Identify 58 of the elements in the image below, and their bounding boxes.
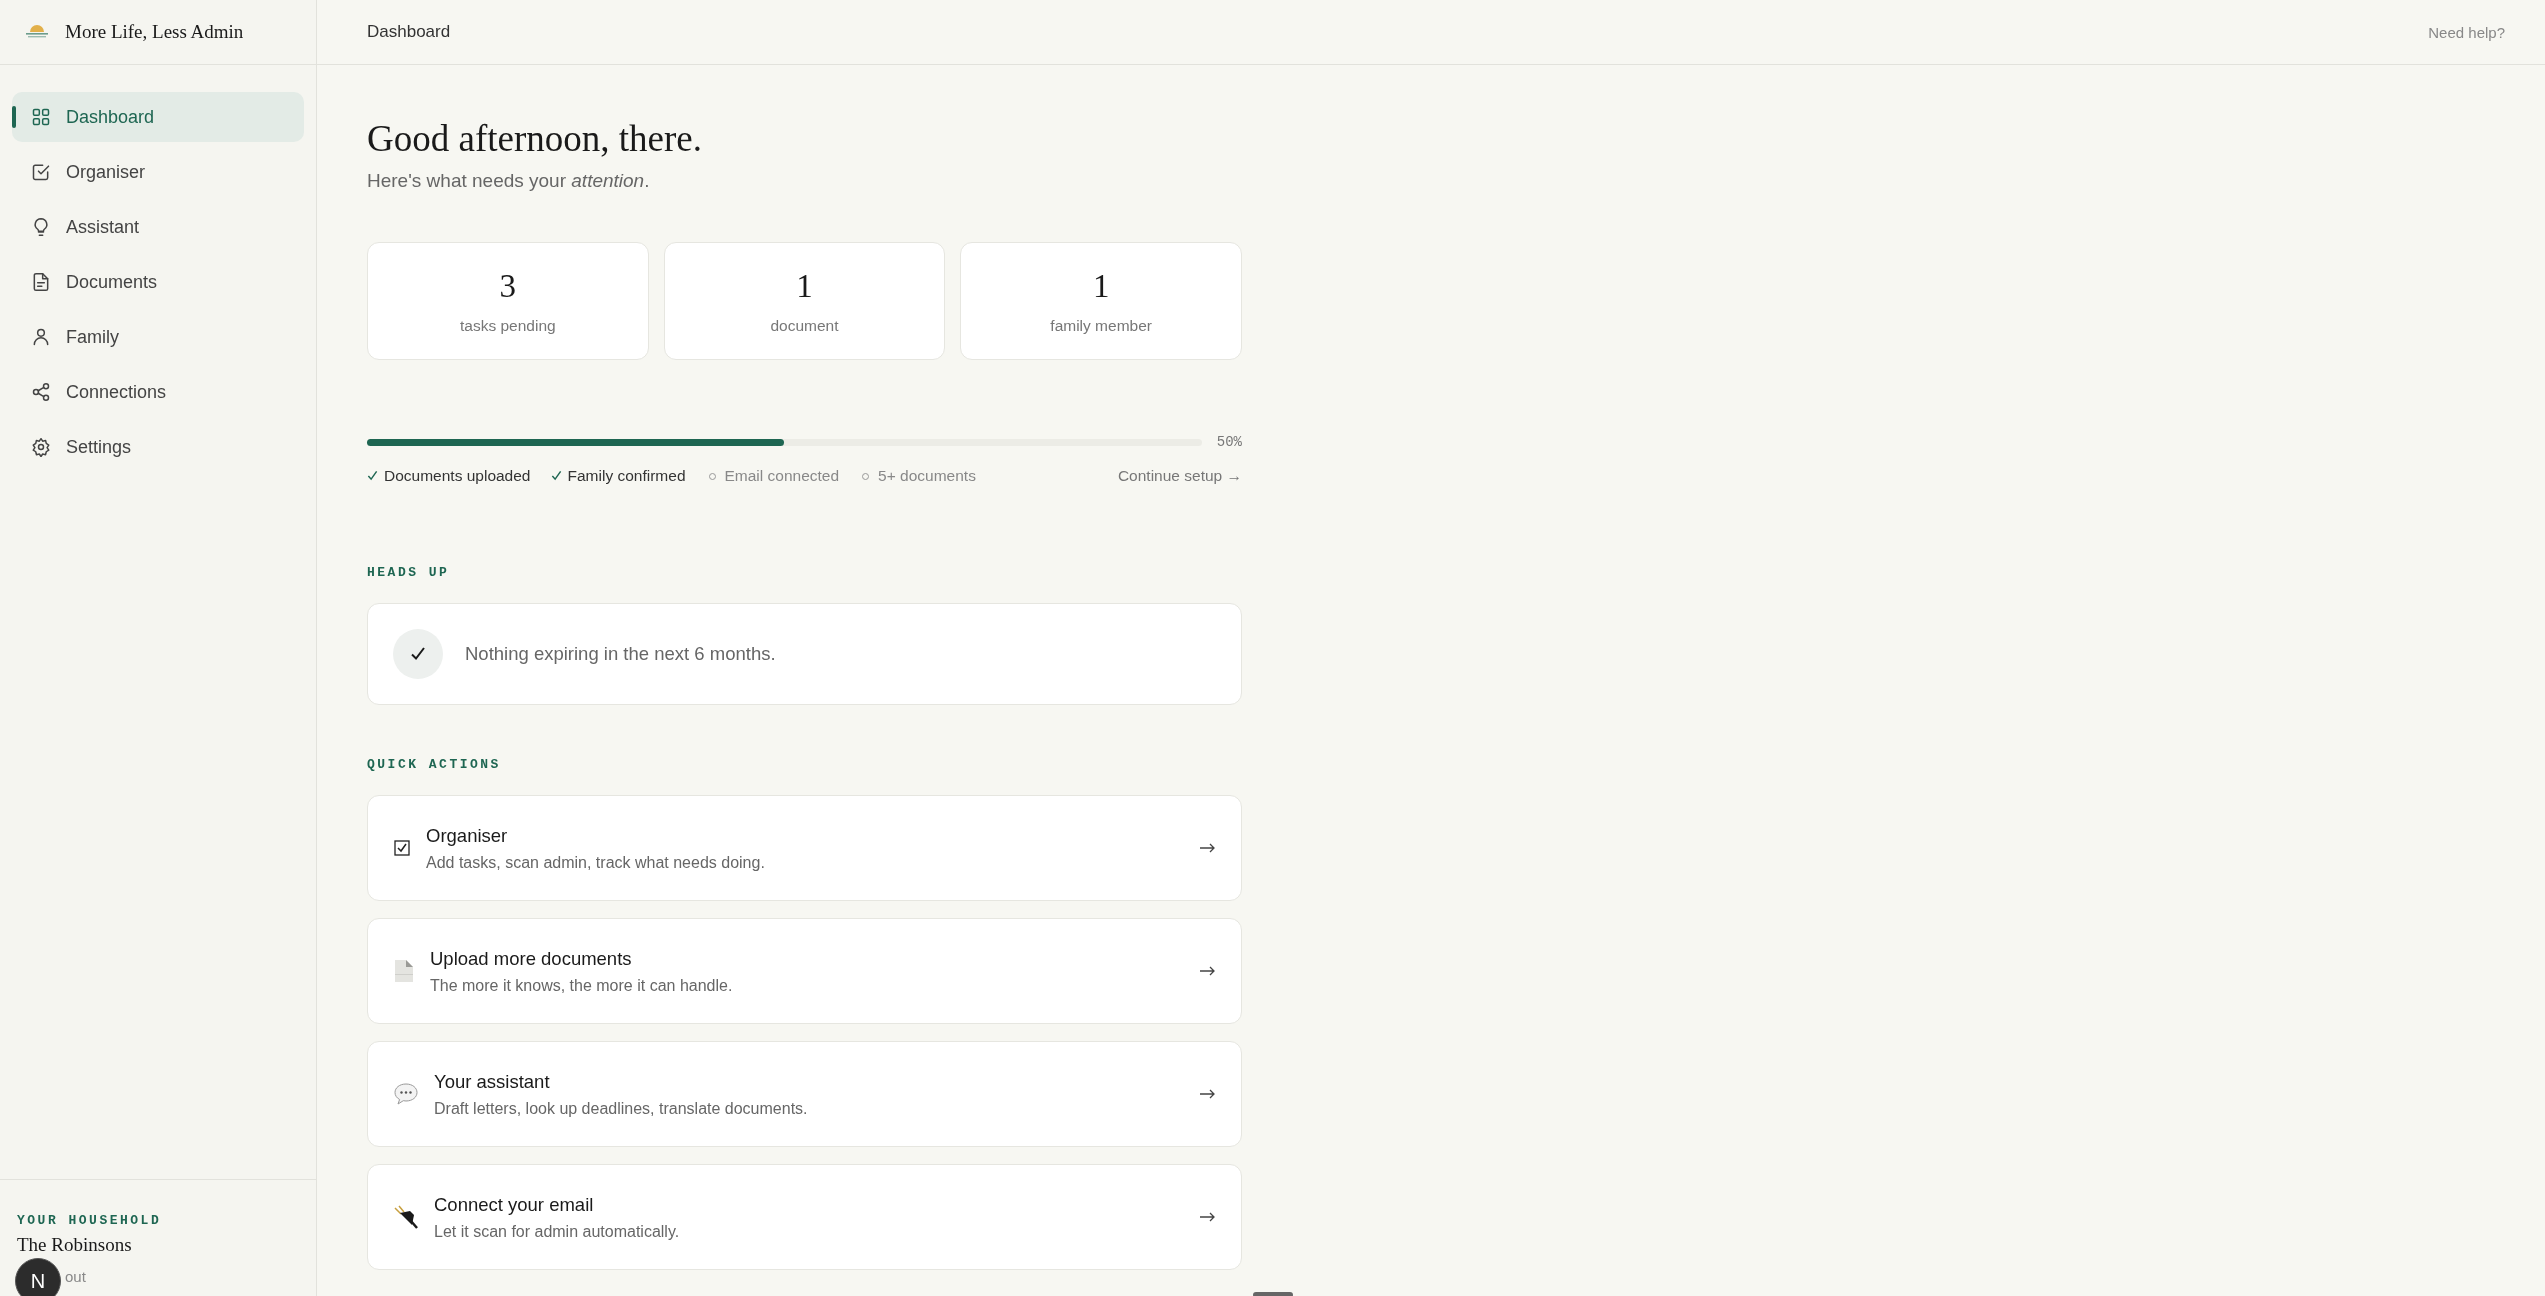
continue-setup-link[interactable]: Continue setup →: [1117, 467, 1242, 485]
quick-action-card[interactable]: Upload more documents The more it knows, the more it can handle.: [367, 918, 1242, 1024]
setup-step: Documents uploaded: [384, 467, 531, 485]
arrow-icon: [1200, 1089, 1216, 1099]
action-title: Upload more documents: [430, 947, 633, 970]
quick-action-card[interactable]: Your assistant Draft letters, look up deadlines, translate documents.: [367, 1041, 1242, 1147]
plug-icon: [393, 1204, 419, 1230]
action-description: Draft letters, look up deadlines, translate documents.: [434, 1099, 809, 1118]
sidebar-item[interactable]: Organiser: [12, 147, 304, 197]
stat-value: 1: [796, 267, 813, 305]
setup-step: 5+ documents: [878, 467, 976, 485]
stat-value: 1: [1092, 267, 1110, 305]
quick-action-card[interactable]: Organiser Add tasks, scan admin, track what needs doing.: [367, 795, 1242, 901]
section-heading: QUICK ACTIONS: [367, 757, 502, 772]
sidebar-item[interactable]: Settings: [12, 422, 304, 472]
section-heading: HEADS UP: [367, 565, 451, 580]
action-title: Connect your email: [434, 1193, 595, 1216]
setup-step: Family confirmed: [567, 467, 686, 485]
checkbox-icon: [393, 839, 411, 857]
quick-action-card[interactable]: Connect your email Let it scan for admin automatically.: [367, 1164, 1242, 1270]
person-icon: [31, 327, 51, 347]
setup-step: Email connected: [724, 467, 840, 485]
arrow-icon: [1200, 843, 1216, 853]
greeting-heading: Good afternoon, there.: [367, 117, 703, 160]
stat-label: family member: [1050, 316, 1152, 335]
page-title: Dashboard: [367, 22, 451, 42]
action-description: Let it scan for admin automatically.: [434, 1222, 681, 1241]
household-name: The Robinsons: [17, 1234, 133, 1256]
action-description: The more it knows, the more it can handle.: [430, 976, 734, 995]
lightbulb-icon: [31, 217, 51, 237]
sidebar-item[interactable]: Dashboard: [12, 92, 304, 142]
action-description: Add tasks, scan admin, track what needs doing.: [426, 853, 766, 872]
action-title: Organiser: [426, 824, 509, 847]
app-title: More Life, Less Admin: [65, 21, 244, 43]
checkbox-icon: [31, 162, 51, 182]
sidebar-item[interactable]: Connections: [12, 367, 304, 417]
document-icon: [393, 958, 415, 984]
action-title: Your assistant: [434, 1070, 551, 1093]
document-icon: [31, 272, 51, 292]
progress-percent: 50%: [1216, 434, 1242, 450]
sunrise-logo-icon: [26, 25, 48, 39]
share-icon: [31, 382, 51, 402]
arrow-icon: [1200, 1212, 1216, 1222]
heads-up-message: Nothing expiring in the next 6 months.: [465, 643, 776, 665]
speech-bubble-icon: [393, 1082, 419, 1106]
stat-label: document: [770, 316, 839, 335]
sidebar-item[interactable]: Family: [12, 312, 304, 362]
greeting-subtitle: Here's what needs your attention.: [367, 170, 651, 192]
stat-value: 3: [499, 267, 517, 305]
stat-label: tasks pending: [460, 316, 556, 335]
check-icon: [393, 629, 443, 679]
sidebar-item[interactable]: Assistant: [12, 202, 304, 252]
grid-icon: [31, 107, 51, 127]
arrow-icon: [1200, 966, 1216, 976]
settings-icon: [31, 437, 51, 457]
sidebar-item[interactable]: Documents: [12, 257, 304, 307]
household-label: YOUR HOUSEHOLD: [17, 1213, 163, 1228]
avatar-badge[interactable]: N: [15, 1258, 61, 1296]
